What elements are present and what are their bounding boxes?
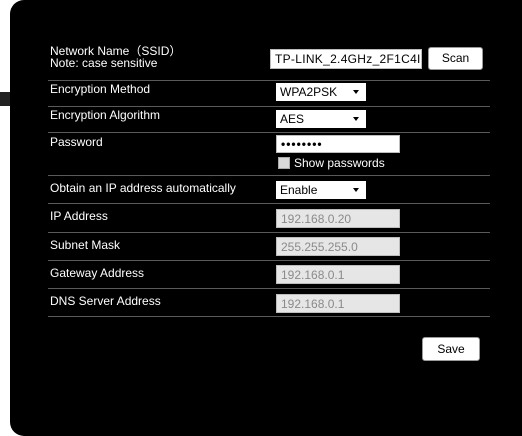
- wifi-settings-panel: Network Name（SSID） Note: case sensitive …: [10, 0, 522, 436]
- subnet-mask-label: Subnet Mask: [50, 238, 121, 252]
- gateway-input[interactable]: 192.168.0.1: [276, 265, 400, 284]
- chevron-down-icon: [353, 117, 359, 121]
- subnet-mask-input[interactable]: 255.255.255.0: [276, 237, 400, 256]
- obtain-ip-value: Enable: [280, 183, 318, 197]
- password-row: Password •••••••• Show passwords: [48, 132, 490, 176]
- scan-button[interactable]: Scan: [428, 47, 483, 70]
- encryption-algorithm-label: Encryption Algorithm: [50, 108, 161, 122]
- encryption-method-select[interactable]: WPA2PSK: [276, 83, 366, 101]
- password-label: Password: [50, 135, 103, 149]
- ssid-input[interactable]: TP-LINK_2.4GHz_2F1C4I: [270, 49, 422, 69]
- show-passwords-label: Show passwords: [294, 156, 385, 170]
- chevron-down-icon: [353, 188, 359, 192]
- ssid-note: Note: case sensitive: [50, 56, 158, 70]
- dns-input[interactable]: 192.168.0.1: [276, 294, 400, 313]
- save-button[interactable]: Save: [422, 337, 480, 361]
- encryption-algorithm-value: AES: [280, 112, 305, 126]
- gateway-label: Gateway Address: [50, 266, 145, 280]
- ssid-row: Network Name（SSID） Note: case sensitive …: [48, 40, 490, 81]
- obtain-ip-select[interactable]: Enable: [276, 181, 366, 199]
- show-passwords-checkbox[interactable]: [278, 157, 290, 169]
- encryption-algorithm-select[interactable]: AES: [276, 110, 366, 128]
- ip-address-row: IP Address 192.168.0.20: [48, 203, 490, 233]
- dns-row: DNS Server Address 192.168.0.1: [48, 288, 490, 317]
- gateway-row: Gateway Address 192.168.0.1: [48, 260, 490, 289]
- chevron-down-icon: [353, 90, 359, 94]
- obtain-ip-label: Obtain an IP address automatically: [50, 181, 236, 195]
- obtain-ip-row: Obtain an IP address automatically Enabl…: [48, 175, 490, 204]
- dns-label: DNS Server Address: [50, 294, 161, 308]
- encryption-method-row: Encryption Method WPA2PSK: [48, 80, 490, 107]
- ip-address-input[interactable]: 192.168.0.20: [276, 209, 400, 228]
- ip-address-label: IP Address: [50, 209, 108, 223]
- encryption-algorithm-row: Encryption Algorithm AES: [48, 106, 490, 133]
- background-edge: [0, 92, 10, 106]
- encryption-method-value: WPA2PSK: [280, 85, 338, 99]
- encryption-method-label: Encryption Method: [50, 82, 151, 96]
- subnet-mask-row: Subnet Mask 255.255.255.0: [48, 232, 490, 261]
- password-input[interactable]: ••••••••: [276, 135, 400, 153]
